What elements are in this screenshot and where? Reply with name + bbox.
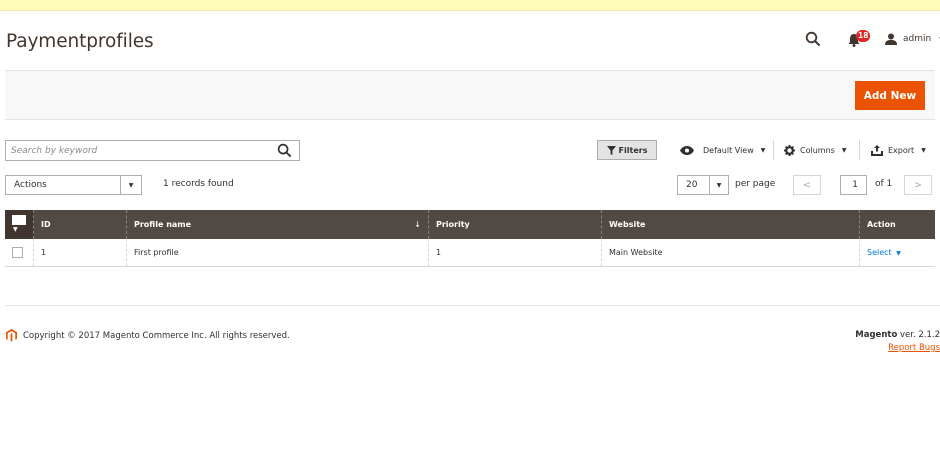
- search-icon[interactable]: [277, 143, 292, 158]
- version-text: ver. 2.1.2: [897, 330, 940, 340]
- payment-profiles-grid: ▼ ID Profile name ↓ Priority Website Acti…: [5, 210, 935, 267]
- chevron-down-icon: ▼: [760, 146, 766, 154]
- column-header-profile-name[interactable]: Profile name ↓: [126, 210, 429, 239]
- export-icon: [871, 144, 883, 156]
- system-message-bar: [0, 0, 940, 11]
- footer-copyright: Copyright © 2017 Magento Commerce Inc. A…: [6, 329, 290, 342]
- page-total: of 1: [875, 179, 893, 189]
- default-view-dropdown[interactable]: Default View ▼: [680, 140, 765, 160]
- filters-label: Filters: [618, 145, 648, 155]
- grid-header-row: ▼ ID Profile name ↓ Priority Website Acti…: [5, 210, 935, 239]
- columns-label: Columns: [800, 145, 835, 155]
- gear-icon: [784, 144, 795, 156]
- page-actions-bar: Add New: [5, 70, 935, 120]
- row-checkbox[interactable]: [12, 246, 23, 258]
- columns-dropdown[interactable]: Columns ▼: [784, 140, 846, 160]
- search-input[interactable]: [6, 141, 266, 160]
- column-header-priority[interactable]: Priority: [428, 210, 602, 239]
- toolbar-divider: [859, 140, 860, 160]
- column-header-id[interactable]: ID: [33, 210, 127, 239]
- magento-logo-icon: [6, 329, 17, 342]
- previous-page-button[interactable]: <: [793, 175, 821, 195]
- cell-action: Select ▼: [859, 239, 935, 267]
- chevron-down-icon: ▼: [709, 176, 728, 194]
- header-actions: 18 admin ▼: [790, 28, 940, 50]
- current-page-input[interactable]: 1: [840, 175, 867, 195]
- records-found-text: 1 records found: [163, 179, 234, 189]
- export-dropdown[interactable]: Export ▼: [871, 140, 926, 160]
- notifications-bell[interactable]: 18: [847, 30, 871, 48]
- next-page-button[interactable]: >: [904, 175, 932, 195]
- chevron-down-icon[interactable]: ▼: [13, 226, 18, 233]
- column-header-action: Action: [859, 210, 935, 239]
- chevron-down-icon: ▼: [921, 146, 926, 154]
- export-label: Export: [888, 145, 915, 155]
- admin-username: admin: [903, 34, 932, 44]
- filter-icon: [606, 145, 616, 155]
- admin-user-menu[interactable]: admin ▼: [885, 30, 940, 48]
- column-header-website[interactable]: Website: [601, 210, 860, 239]
- sort-arrow-icon: ↓: [414, 220, 421, 229]
- add-new-button[interactable]: Add New: [855, 81, 925, 110]
- filters-button[interactable]: Filters: [597, 140, 657, 160]
- per-page-select[interactable]: 20 ▼: [677, 175, 729, 195]
- keyword-search: [5, 140, 300, 161]
- per-page-value: 20: [686, 180, 698, 190]
- toolbar-divider: [773, 140, 774, 160]
- footer-divider: [5, 305, 940, 306]
- footer-version: Magento ver. 2.1.2 Report Bugs: [855, 330, 940, 353]
- chevron-left-icon: <: [802, 179, 812, 191]
- magento-brand: Magento: [855, 330, 898, 340]
- table-row: 1 First profile 1 Main Website Select ▼: [5, 239, 935, 267]
- eye-icon: [680, 145, 694, 155]
- cell-website: Main Website: [601, 239, 860, 267]
- row-checkbox-cell: [5, 239, 34, 267]
- chevron-right-icon: >: [913, 179, 923, 191]
- cell-id: 1: [33, 239, 127, 267]
- mass-select-checkbox[interactable]: [12, 215, 26, 225]
- chevron-down-icon: ▼: [841, 146, 847, 154]
- cell-priority: 1: [428, 239, 602, 267]
- page-title: Paymentprofiles: [6, 31, 154, 52]
- report-bugs-link[interactable]: Report Bugs: [855, 343, 940, 353]
- mass-select-header[interactable]: ▼: [5, 210, 34, 239]
- global-search-icon[interactable]: [805, 31, 821, 47]
- row-select-action[interactable]: Select ▼: [867, 248, 901, 257]
- notifications-count-badge: 18: [856, 30, 871, 42]
- chevron-down-icon: ▼: [120, 176, 141, 194]
- actions-label: Actions: [14, 180, 47, 190]
- cell-profile-name: First profile: [126, 239, 429, 267]
- default-view-label: Default View: [703, 145, 754, 155]
- copyright-text: Copyright © 2017 Magento Commerce Inc. A…: [23, 330, 290, 341]
- mass-actions-select[interactable]: Actions ▼: [5, 175, 142, 195]
- user-icon: [885, 33, 897, 45]
- column-label-profile-name: Profile name: [134, 220, 192, 229]
- per-page-label: per page: [735, 179, 776, 189]
- select-action-label: Select: [867, 247, 892, 257]
- chevron-down-icon: ▼: [896, 249, 901, 257]
